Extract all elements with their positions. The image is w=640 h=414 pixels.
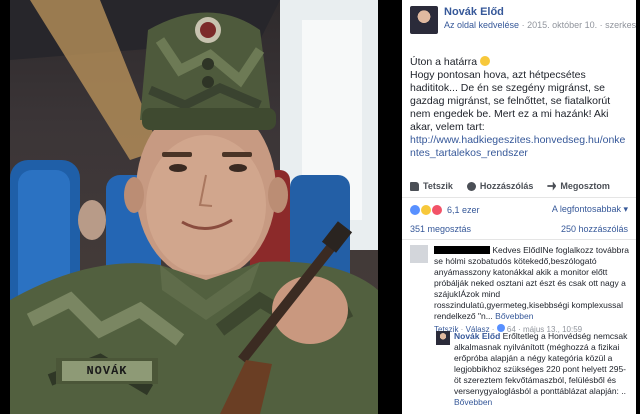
comment-sort-dropdown[interactable]: A legfontosabbak ▾ xyxy=(552,204,628,215)
name-tape: NOVÁK xyxy=(86,364,128,378)
post-text: Úton a határra Hogy pontosan hova, azt h… xyxy=(402,46,636,162)
post-header: Novák Előd Az oldal kedvelése · 2015. ok… xyxy=(402,0,636,46)
post-side-panel: Novák Előd Az oldal kedvelése · 2015. ok… xyxy=(402,0,636,414)
thumbs-up-icon xyxy=(410,181,419,191)
see-more-link[interactable]: Bővebben xyxy=(495,311,533,321)
comment-body: Kedves ElődINe foglalkozz továbbra se hó… xyxy=(434,245,630,335)
comment-label: Hozzászólás xyxy=(479,181,534,191)
post-text-line: Hogy pontosan hova, azt hétpecsétes hadi… xyxy=(410,69,611,133)
share-count[interactable]: 351 megosztás xyxy=(410,224,471,239)
like-reaction-icon xyxy=(410,204,420,215)
share-arrow-icon xyxy=(547,181,557,191)
reaction-count[interactable]: 6,1 ezer xyxy=(447,205,480,215)
soldier-selfie-image xyxy=(10,0,378,414)
reply-author-name[interactable]: Novák Előd xyxy=(454,331,500,341)
comment: Kedves ElődINe foglalkozz továbbra se hó… xyxy=(410,245,630,335)
share-button[interactable]: Megosztom xyxy=(547,181,610,191)
reply-body: Novák Előd Erőltetleg a Honvédség nemcsa… xyxy=(454,331,630,408)
haha-reaction-icon xyxy=(421,204,431,215)
author-avatar[interactable] xyxy=(410,6,438,34)
like-button[interactable]: Tetszik xyxy=(410,181,453,191)
like-label: Tetszik xyxy=(423,181,453,191)
post-meta: Az oldal kedvelése · 2015. október 10. ·… xyxy=(444,19,636,32)
comment-count[interactable]: 250 hozzászólás xyxy=(561,224,628,239)
smiley-emoji-icon xyxy=(480,56,491,66)
share-comment-stats: 351 megosztás 250 hozzászólás xyxy=(402,224,636,240)
ellipsis: .. xyxy=(621,386,627,396)
comment-bubble-icon xyxy=(466,181,476,191)
post-text-line: Úton a határra xyxy=(410,56,628,69)
post-photo[interactable]: NOVÁK xyxy=(10,0,378,414)
reply-author-avatar[interactable] xyxy=(436,331,450,345)
like-page-link[interactable]: Az oldal kedvelése xyxy=(444,20,519,30)
post-link[interactable]: http://www.hadkiegeszites.honvedseg.hu/o… xyxy=(410,134,625,159)
author-info: Novák Előd Az oldal kedvelése · 2015. ok… xyxy=(444,6,636,46)
reaction-summary[interactable]: 6,1 ezer xyxy=(410,204,480,215)
comment-reply: Novák Előd Erőltetleg a Honvédség nemcsa… xyxy=(436,331,630,408)
comment-text: Kedves ElődINe foglalkozz továbbra se hó… xyxy=(434,245,629,321)
see-more-link[interactable]: Bővebben xyxy=(454,397,492,407)
post-date[interactable]: 2015. október 10. xyxy=(527,20,597,30)
post-actions: Tetszik Hozzászólás Megosztom xyxy=(410,178,628,194)
redacted-name xyxy=(434,246,490,254)
share-label: Megosztom xyxy=(560,181,610,191)
edited-label[interactable]: szerkesztve xyxy=(605,20,636,30)
love-reaction-icon xyxy=(432,204,442,215)
reactions-bar: 6,1 ezer A legfontosabbak ▾ xyxy=(402,197,636,221)
commenter-avatar[interactable] xyxy=(410,245,428,263)
comment-button[interactable]: Hozzászólás xyxy=(466,181,534,191)
author-name[interactable]: Novák Előd xyxy=(444,6,636,19)
